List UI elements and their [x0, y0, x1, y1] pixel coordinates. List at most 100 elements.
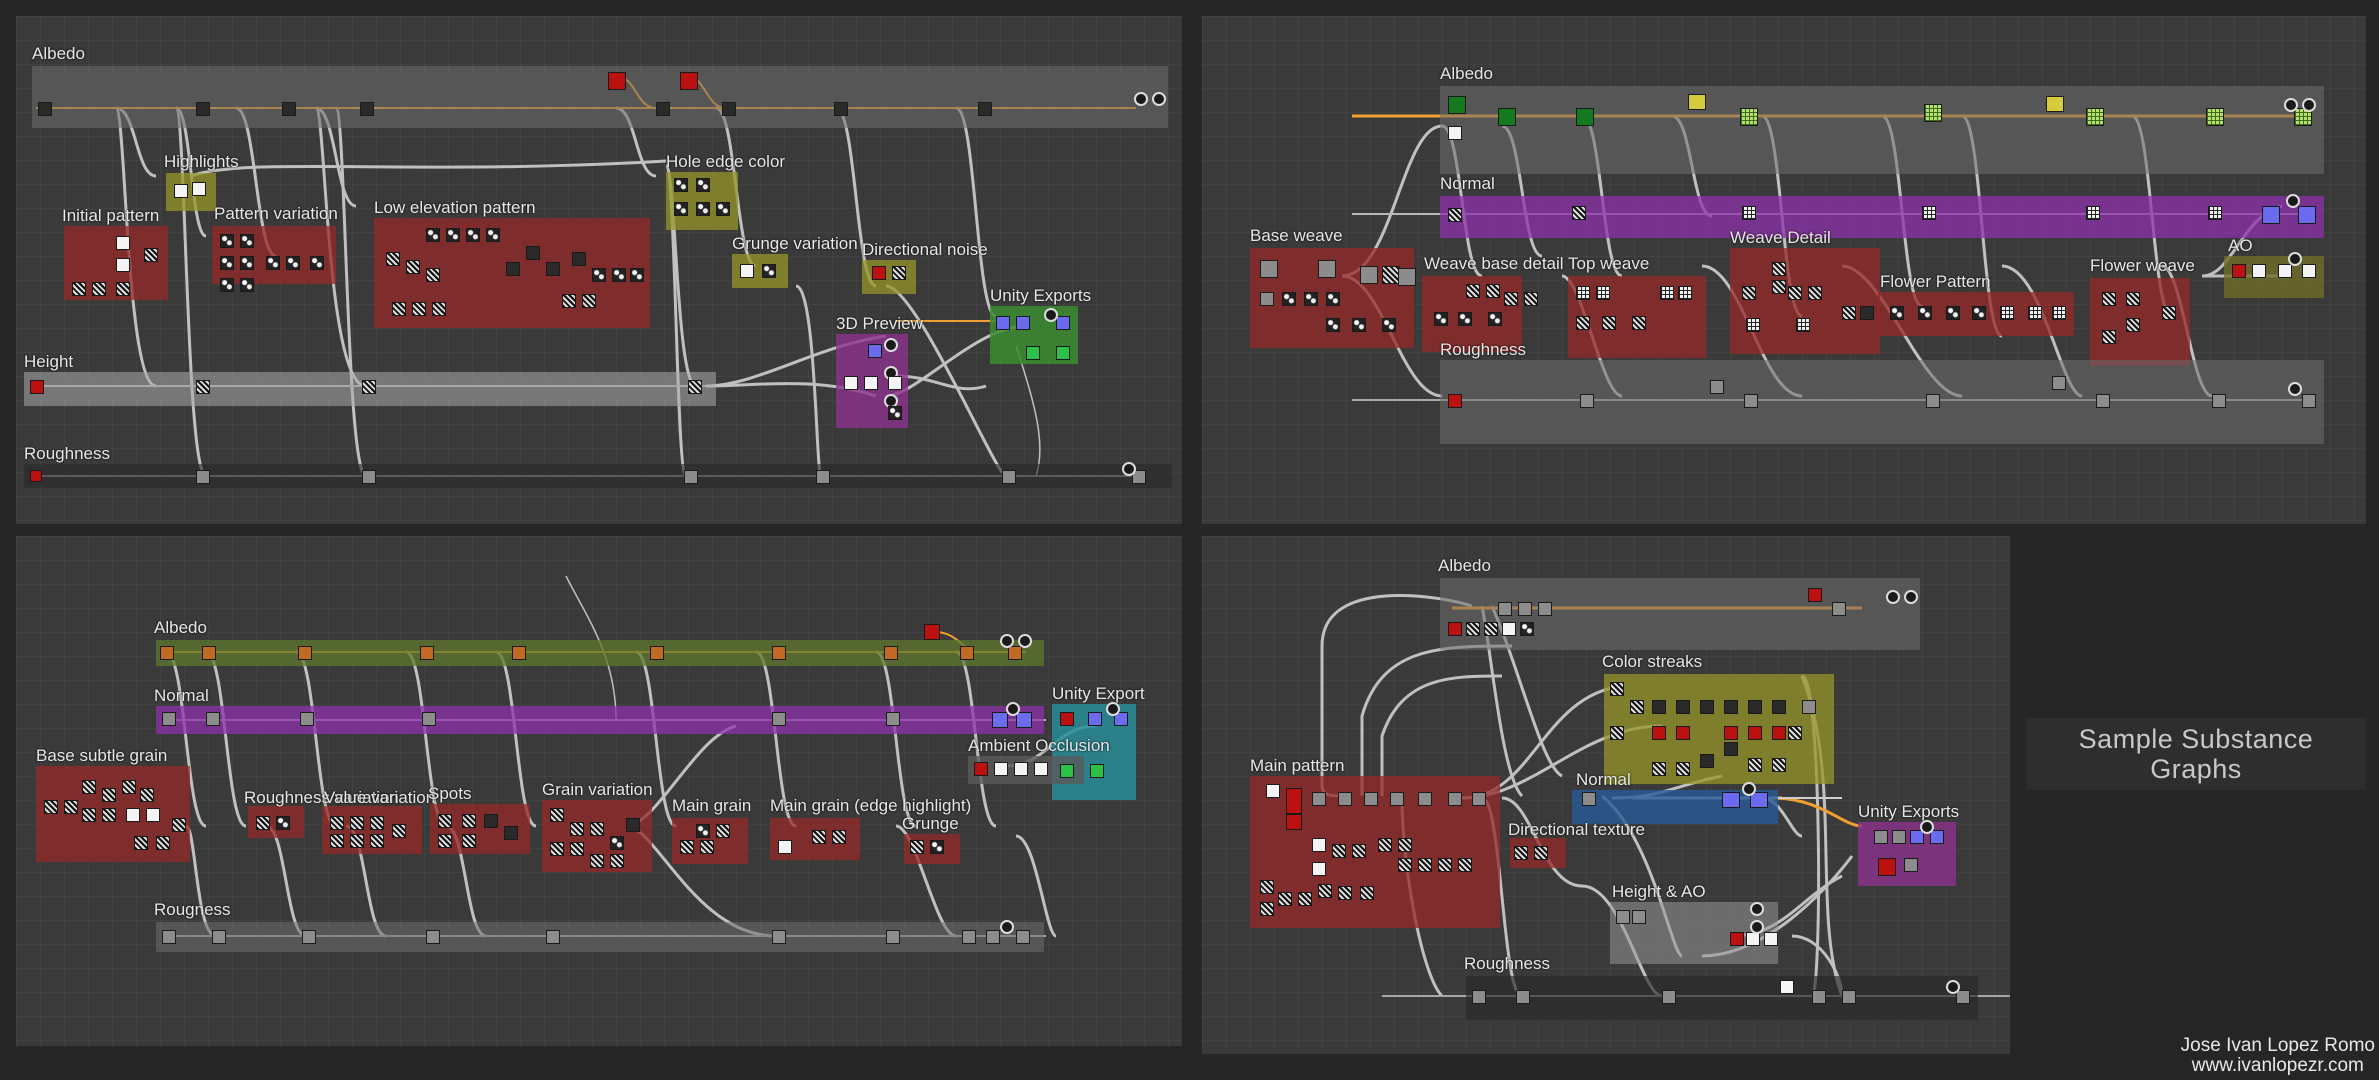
graph-node[interactable]	[1610, 726, 1624, 740]
graph-node[interactable]	[1892, 830, 1906, 844]
graph-node[interactable]	[888, 376, 902, 390]
graph-node[interactable]	[146, 808, 160, 822]
graph-node[interactable]	[72, 282, 86, 296]
graph-node[interactable]	[330, 816, 344, 830]
graph-node[interactable]	[1352, 844, 1366, 858]
graph-node[interactable]	[630, 268, 644, 282]
graph-node[interactable]	[1472, 990, 1486, 1004]
graph-node[interactable]	[2212, 394, 2226, 408]
graph-node[interactable]	[696, 178, 710, 192]
graph-node[interactable]	[1972, 306, 1986, 320]
graph-node[interactable]	[420, 646, 434, 660]
graph-node[interactable]	[1630, 700, 1644, 714]
graph-node[interactable]	[1088, 712, 1102, 726]
graph-node[interactable]	[994, 762, 1008, 776]
graph-node[interactable]	[1724, 700, 1738, 714]
graph-node[interactable]	[1922, 206, 1936, 220]
graph-node[interactable]	[2278, 264, 2292, 278]
graph-node[interactable]	[1056, 316, 1070, 330]
graph-node[interactable]	[1904, 858, 1918, 872]
graph-node[interactable]	[1576, 286, 1590, 300]
graph-node[interactable]	[2232, 264, 2246, 278]
graph-node[interactable]	[298, 646, 312, 660]
graph-node[interactable]	[1772, 700, 1786, 714]
graph-node[interactable]	[466, 228, 480, 242]
graph-node[interactable]	[570, 842, 584, 856]
graph-node[interactable]	[1034, 762, 1048, 776]
graph-panel-3[interactable]: Albedo Normal Base subtle grain Roughnes…	[16, 536, 1182, 1046]
graph-node[interactable]	[1742, 286, 1756, 300]
graph-node[interactable]	[674, 202, 688, 216]
output-node[interactable]	[1750, 920, 1764, 934]
graph-node[interactable]	[122, 780, 136, 794]
graph-node[interactable]	[688, 380, 702, 394]
graph-node[interactable]	[626, 818, 640, 832]
graph-node[interactable]	[1772, 726, 1786, 740]
graph-node[interactable]	[1602, 316, 1616, 330]
graph-node[interactable]	[2298, 206, 2316, 224]
graph-node[interactable]	[974, 762, 988, 776]
graph-node[interactable]	[680, 840, 694, 854]
graph-node[interactable]	[220, 256, 234, 270]
graph-node[interactable]	[1926, 394, 1940, 408]
graph-node[interactable]	[2000, 306, 2014, 320]
graph-node[interactable]	[1466, 622, 1480, 636]
graph-node[interactable]	[1364, 792, 1378, 806]
roughness-frame[interactable]	[1466, 976, 1978, 1020]
graph-node[interactable]	[1298, 892, 1312, 906]
graph-node[interactable]	[144, 248, 158, 262]
graph-node[interactable]	[1282, 292, 1296, 306]
graph-node[interactable]	[1016, 712, 1032, 728]
graph-node[interactable]	[1338, 792, 1352, 806]
graph-node[interactable]	[174, 184, 188, 198]
graph-node[interactable]	[716, 202, 730, 216]
graph-node[interactable]	[1676, 700, 1690, 714]
graph-node[interactable]	[1596, 286, 1610, 300]
graph-node[interactable]	[1398, 838, 1412, 852]
graph-node[interactable]	[206, 712, 220, 726]
graph-node[interactable]	[740, 264, 754, 278]
graph-node[interactable]	[432, 302, 446, 316]
graph-node[interactable]	[832, 830, 846, 844]
graph-node[interactable]	[1448, 208, 1462, 222]
graph-node[interactable]	[1266, 784, 1280, 798]
graph-node[interactable]	[1518, 602, 1532, 616]
graph-node[interactable]	[1016, 930, 1030, 944]
graph-node[interactable]	[886, 930, 900, 944]
graph-node[interactable]	[172, 818, 186, 832]
graph-node[interactable]	[240, 256, 254, 270]
graph-node[interactable]	[1748, 758, 1762, 772]
graph-node[interactable]	[438, 814, 452, 828]
graph-node[interactable]	[1498, 108, 1516, 126]
graph-node[interactable]	[412, 302, 426, 316]
graph-node[interactable]	[772, 646, 786, 660]
graph-node[interactable]	[886, 712, 900, 726]
graph-node[interactable]	[1448, 126, 1462, 140]
graph-node[interactable]	[674, 178, 688, 192]
graph-node[interactable]	[1516, 990, 1530, 1004]
graph-node[interactable]	[680, 72, 698, 90]
graph-node[interactable]	[1802, 700, 1816, 714]
graph-node[interactable]	[1524, 292, 1538, 306]
graph-node[interactable]	[2052, 376, 2066, 390]
output-node[interactable]	[1742, 782, 1756, 796]
output-node[interactable]	[1152, 92, 1166, 106]
graph-node[interactable]	[1016, 316, 1030, 330]
graph-node[interactable]	[562, 294, 576, 308]
graph-node[interactable]	[884, 646, 898, 660]
graph-node[interactable]	[256, 816, 270, 830]
graph-node[interactable]	[1008, 646, 1022, 660]
graph-node[interactable]	[1678, 286, 1692, 300]
graph-node[interactable]	[1286, 788, 1302, 814]
graph-node[interactable]	[1808, 588, 1822, 602]
graph-node[interactable]	[160, 646, 174, 660]
graph-node[interactable]	[2262, 206, 2280, 224]
graph-node[interactable]	[1382, 318, 1396, 332]
graph-node[interactable]	[1488, 312, 1502, 326]
graph-node[interactable]	[888, 406, 902, 420]
graph-node[interactable]	[696, 824, 710, 838]
output-node[interactable]	[2302, 98, 2316, 112]
graph-node[interactable]	[240, 234, 254, 248]
graph-node[interactable]	[1520, 622, 1534, 636]
rougness-frame[interactable]	[156, 922, 1044, 952]
